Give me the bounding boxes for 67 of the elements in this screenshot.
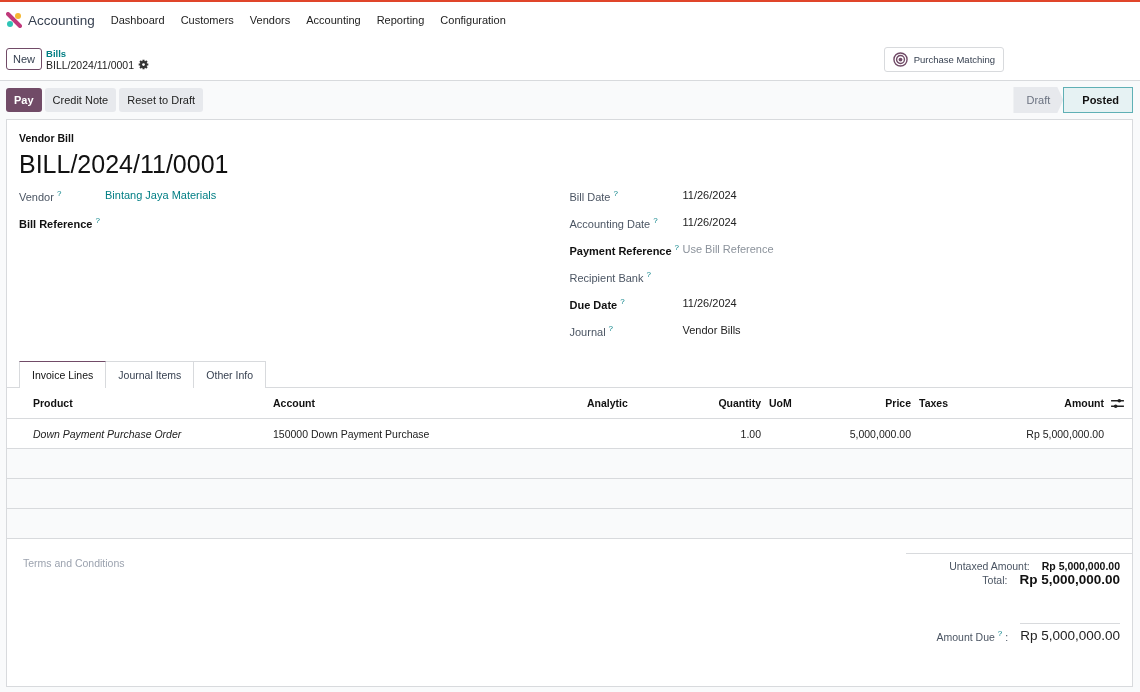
- tab[interactable]: Other Info: [193, 361, 267, 388]
- total-value: Rp 5,000,000.00: [1019, 572, 1120, 587]
- column-header[interactable]: Analytic: [587, 397, 628, 409]
- menu-item[interactable]: Accounting: [306, 14, 361, 26]
- colon: :: [1005, 630, 1009, 642]
- column-settings-icon[interactable]: [1111, 398, 1124, 409]
- menu-item[interactable]: Customers: [180, 14, 234, 26]
- document-type: Vendor Bill: [19, 132, 75, 144]
- help-tooltip[interactable]: ?: [56, 189, 62, 198]
- target-icon: [892, 51, 908, 67]
- menu-item[interactable]: Vendors: [249, 14, 291, 26]
- help-tooltip[interactable]: ?: [608, 324, 614, 333]
- action-button[interactable]: Credit Note: [44, 88, 117, 112]
- status-step[interactable]: Posted: [1063, 87, 1133, 113]
- field-value[interactable]: 11/26/2024: [682, 189, 737, 201]
- help-tooltip[interactable]: ?: [997, 628, 1003, 638]
- help-tooltip[interactable]: ?: [674, 243, 680, 252]
- field-label: Payment Reference: [569, 244, 672, 257]
- column-header[interactable]: Taxes: [919, 397, 948, 409]
- column-header[interactable]: Quantity: [718, 397, 761, 409]
- field-label: Bill Reference: [19, 217, 93, 230]
- menu-item[interactable]: Dashboard: [110, 14, 165, 26]
- document-title: BILL/2024/11/0001: [19, 150, 230, 179]
- total-label: Total:: [982, 574, 1008, 586]
- table-cell: Down Payment Purchase Order: [33, 427, 182, 440]
- field-label: Bill Date: [569, 190, 611, 203]
- menu-item[interactable]: Reporting: [376, 14, 425, 26]
- field-label: Journal: [569, 325, 606, 338]
- field-label: Recipient Bank: [569, 271, 644, 284]
- new-button[interactable]: New: [6, 48, 42, 70]
- field-value[interactable]: 11/26/2024: [682, 297, 737, 309]
- help-tooltip[interactable]: ?: [613, 189, 618, 198]
- total-value: Rp 5,000,000.00: [1041, 560, 1120, 572]
- amount-due-value: Rp 5,000,000.00: [1020, 623, 1120, 643]
- field-value[interactable]: 11/26/2024: [682, 216, 737, 228]
- help-tooltip[interactable]: ?: [646, 270, 651, 279]
- help-tooltip[interactable]: ?: [653, 216, 658, 225]
- pay-button[interactable]: Pay: [6, 88, 42, 112]
- table-cell: 1.00: [740, 427, 761, 440]
- field-label: Accounting Date: [569, 217, 651, 230]
- column-header[interactable]: Product: [33, 397, 73, 409]
- status-step[interactable]: Draft: [1013, 87, 1064, 113]
- table-cell: 5,000,000.00: [849, 427, 911, 440]
- menu-item[interactable]: Configuration: [440, 14, 506, 26]
- column-header[interactable]: Amount: [1064, 397, 1104, 409]
- help-tooltip[interactable]: ?: [95, 216, 100, 225]
- tab[interactable]: Invoice Lines: [19, 361, 107, 388]
- field-value[interactable]: Vendor Bills: [682, 324, 741, 336]
- help-tooltip[interactable]: ?: [620, 297, 625, 306]
- field-label: Vendor: [19, 190, 54, 203]
- breadcrumb-current: BILL/2024/11/0001: [46, 58, 134, 71]
- table-cell: Rp 5,000,000.00: [1026, 427, 1104, 440]
- column-header[interactable]: Account: [273, 397, 315, 409]
- app-logo-icon[interactable]: [6, 12, 22, 28]
- table-cell: 150000 Down Payment Purchase: [273, 427, 430, 440]
- field-value-link[interactable]: Bintang Jaya Materials: [105, 189, 217, 201]
- purchase-matching-button[interactable]: Purchase Matching: [883, 46, 1004, 72]
- gear-icon[interactable]: [138, 59, 149, 70]
- app-name[interactable]: Accounting: [28, 12, 95, 28]
- column-header[interactable]: UoM: [769, 397, 792, 409]
- total-label: Amount Due: [936, 630, 995, 642]
- total-label: Untaxed Amount:: [949, 560, 1030, 572]
- column-header[interactable]: Price: [885, 397, 911, 409]
- breadcrumb-link[interactable]: Bills: [46, 47, 149, 59]
- tab[interactable]: Journal Items: [105, 361, 195, 388]
- field-label: Due Date: [569, 298, 618, 311]
- action-button[interactable]: Reset to Draft: [119, 88, 204, 112]
